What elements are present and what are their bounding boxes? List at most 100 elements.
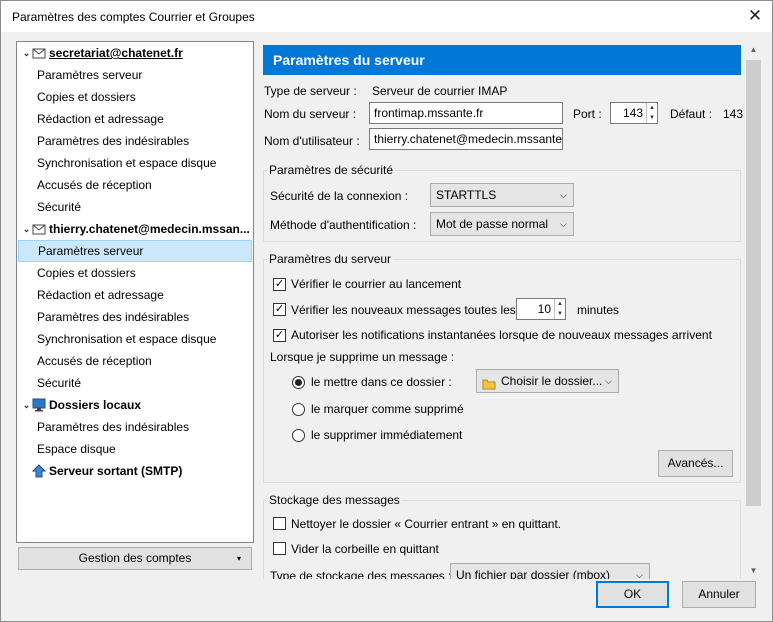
check-startup-label: Vérifier le courrier au lancement xyxy=(291,277,462,291)
tree-account-local-folders[interactable]: ⌄ Dossiers locaux xyxy=(18,394,252,416)
window-title: Paramètres des comptes Courrier et Group… xyxy=(12,10,255,24)
collapse-icon[interactable]: ⌄ xyxy=(21,218,32,240)
spinner-icon[interactable]: ▲ ▼ xyxy=(554,299,565,319)
close-icon[interactable]: ✕ xyxy=(745,6,765,26)
server-name-label: Nom du serveur : xyxy=(264,107,357,121)
tree-item-server-settings[interactable]: Paramètres serveur xyxy=(18,64,252,86)
tree-item-receipts[interactable]: Accusés de réception xyxy=(18,350,252,372)
minutes-label: minutes xyxy=(577,303,620,317)
tree-item-sync[interactable]: Synchronisation et espace disque xyxy=(18,152,252,174)
port-value: 143 xyxy=(622,106,643,120)
chevron-down-icon: ⌵ xyxy=(605,376,612,386)
clean-inbox-checkbox[interactable] xyxy=(273,517,286,530)
dropdown-arrow-icon: ▾ xyxy=(236,554,241,563)
move-to-folder-radio[interactable] xyxy=(292,376,305,389)
check-interval-value: 10 xyxy=(537,302,551,316)
chevron-down-icon: ⌵ xyxy=(560,219,567,229)
connection-security-label: Sécurité de la connexion : xyxy=(270,189,409,203)
auth-method-value: Mot de passe normal xyxy=(436,217,549,231)
account-name: Serveur sortant (SMTP) xyxy=(49,464,183,478)
account-name: Dossiers locaux xyxy=(49,398,142,412)
tree-item-copies-folders[interactable]: Copies et dossiers xyxy=(18,86,252,108)
default-port-label: Défaut : xyxy=(670,107,713,121)
connection-security-select[interactable]: STARTTLS ⌵ xyxy=(430,183,574,207)
scroll-down-icon[interactable]: ▼ xyxy=(745,562,762,579)
security-group-title: Paramètres de sécurité xyxy=(267,163,396,177)
account-settings-dialog: Paramètres des comptes Courrier et Group… xyxy=(0,0,773,622)
tree-item-junk[interactable]: Paramètres des indésirables xyxy=(18,130,252,152)
tree-item-composition[interactable]: Rédaction et adressage xyxy=(18,108,252,130)
collapse-icon[interactable]: ⌄ xyxy=(21,42,32,64)
connection-security-value: STARTTLS xyxy=(436,188,497,202)
clean-inbox-label: Nettoyer le dossier « Courrier entrant »… xyxy=(291,517,562,531)
folder-icon xyxy=(482,375,496,397)
pane-scrollbar[interactable]: ▲ ▼ xyxy=(745,41,762,579)
delete-now-radio[interactable] xyxy=(292,429,305,442)
auth-method-select[interactable]: Mot de passe normal ⌵ xyxy=(430,212,574,236)
server-type-value: Serveur de courrier IMAP xyxy=(372,84,508,98)
port-label: Port : xyxy=(573,107,602,121)
port-input[interactable]: 143 ▲ ▼ xyxy=(610,102,658,124)
check-interval-input[interactable]: 10 ▲ ▼ xyxy=(516,298,566,320)
username-input[interactable]: thierry.chatenet@medecin.mssante xyxy=(369,128,563,150)
tree-item-smtp[interactable]: Serveur sortant (SMTP) xyxy=(18,460,252,482)
store-type-label: Type de stockage des messages : xyxy=(270,569,452,579)
check-every-checkbox[interactable]: ✓ xyxy=(273,303,286,316)
allow-push-checkbox[interactable]: ✓ xyxy=(273,329,286,342)
username-label: Nom d'utilisateur : xyxy=(264,134,360,148)
computer-icon xyxy=(32,397,46,412)
mark-deleted-label: le marquer comme supprimé xyxy=(311,402,464,416)
on-delete-label: Lorsque je supprime un message : xyxy=(270,350,455,364)
tree-item-security[interactable]: Sécurité xyxy=(18,196,252,218)
move-to-folder-label: le mettre dans ce dossier : xyxy=(311,375,452,389)
spinner-icon[interactable]: ▲ ▼ xyxy=(646,103,657,123)
advanced-button[interactable]: Avancés... xyxy=(658,450,733,477)
tree-item-composition[interactable]: Rédaction et adressage xyxy=(18,284,252,306)
tree-account-secretariat[interactable]: ⌄ secretariat@chatenet.fr xyxy=(18,42,252,64)
tree-account-thierry[interactable]: ⌄ thierry.chatenet@medecin.mssan... xyxy=(18,218,252,240)
title-bar: Paramètres des comptes Courrier et Group… xyxy=(1,1,772,32)
scroll-up-icon[interactable]: ▲ xyxy=(745,41,762,58)
settings-pane: Paramètres du serveur Type de serveur : … xyxy=(259,41,743,579)
auth-method-label: Méthode d'authentification : xyxy=(270,218,417,232)
choose-folder-value: Choisir le dossier... xyxy=(501,374,603,388)
outgoing-server-icon xyxy=(31,463,47,478)
tree-item-server-settings-selected[interactable]: Paramètres serveur xyxy=(18,240,252,262)
mail-account-icon xyxy=(32,45,46,59)
scrollbar-thumb[interactable] xyxy=(746,60,761,506)
tree-item-junk[interactable]: Paramètres des indésirables xyxy=(18,416,252,438)
cancel-button[interactable]: Annuler xyxy=(682,581,756,608)
delete-now-label: le supprimer immédiatement xyxy=(311,428,463,442)
empty-trash-label: Vider la corbeille en quittant xyxy=(291,542,439,556)
empty-trash-checkbox[interactable] xyxy=(273,542,286,555)
tree-item-security[interactable]: Sécurité xyxy=(18,372,252,394)
default-port-value: 143 xyxy=(723,107,743,121)
account-name: thierry.chatenet@medecin.mssan... xyxy=(49,222,250,236)
tree-item-sync[interactable]: Synchronisation et espace disque xyxy=(18,328,252,350)
account-actions-label: Gestion des comptes xyxy=(78,551,192,565)
tree-item-copies-folders[interactable]: Copies et dossiers xyxy=(18,262,252,284)
account-tree[interactable]: ⌄ secretariat@chatenet.fr Paramètres serv… xyxy=(16,41,254,543)
server-name-input[interactable]: frontimap.mssante.fr xyxy=(369,102,563,124)
tree-item-junk[interactable]: Paramètres des indésirables xyxy=(18,306,252,328)
server-settings-group-title: Paramètres du serveur xyxy=(267,252,394,266)
collapse-icon[interactable]: ⌄ xyxy=(21,394,32,416)
mail-account-icon xyxy=(32,221,46,235)
store-type-select[interactable]: Un fichier par dossier (mbox) ⌵ xyxy=(450,563,650,579)
allow-push-label: Autoriser les notifications instantanées… xyxy=(291,328,712,342)
pane-header: Paramètres du serveur xyxy=(263,45,741,75)
tree-item-disk-space[interactable]: Espace disque xyxy=(18,438,252,460)
storage-group-title: Stockage des messages xyxy=(267,493,402,507)
chevron-down-icon: ⌵ xyxy=(560,190,567,200)
tree-item-receipts[interactable]: Accusés de réception xyxy=(18,174,252,196)
account-name: secretariat@chatenet.fr xyxy=(49,46,183,60)
server-type-label: Type de serveur : xyxy=(264,84,357,98)
store-type-value: Un fichier par dossier (mbox) xyxy=(456,568,611,579)
account-actions-button[interactable]: Gestion des comptes ▾ xyxy=(18,547,252,570)
choose-folder-select[interactable]: Choisir le dossier... ⌵ xyxy=(476,369,619,393)
chevron-down-icon: ⌵ xyxy=(636,570,643,579)
check-every-label: Vérifier les nouveaux messages toutes le… xyxy=(291,303,516,317)
check-startup-checkbox[interactable]: ✓ xyxy=(273,278,286,291)
ok-button[interactable]: OK xyxy=(596,581,669,608)
mark-deleted-radio[interactable] xyxy=(292,403,305,416)
